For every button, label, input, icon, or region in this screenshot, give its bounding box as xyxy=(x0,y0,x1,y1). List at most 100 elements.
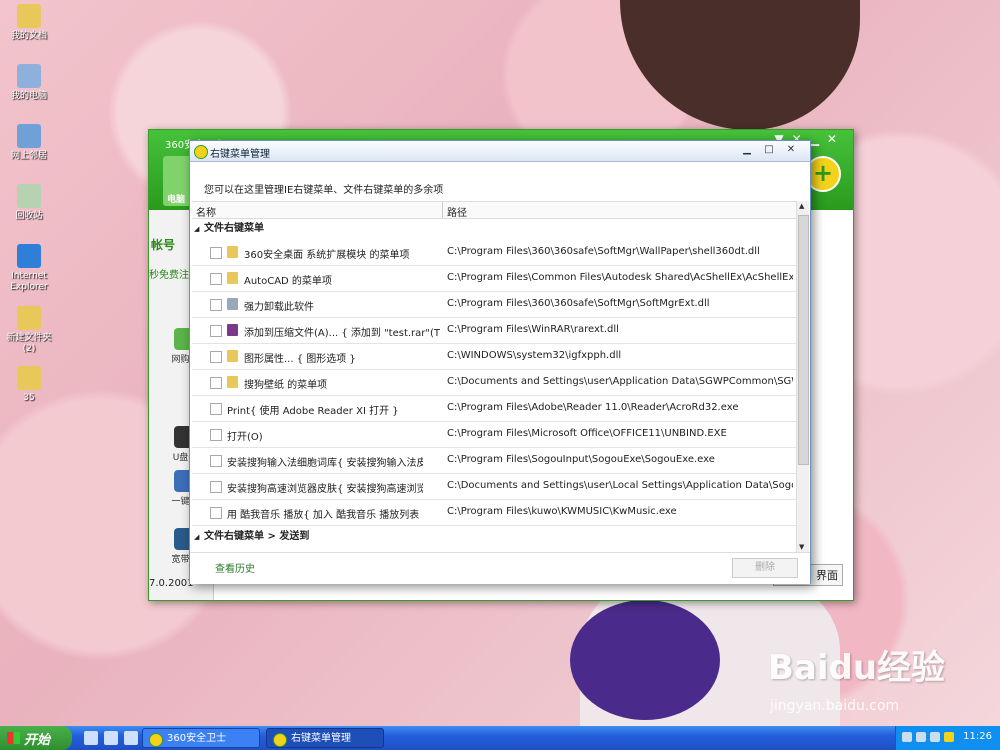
context-menu-manager-dialog: 右键菜单管理 ▁ □ ✕ 您可以在这里管理IE右键菜单、文件右键菜单的多余项 名… xyxy=(189,140,811,584)
desktop-icon-label: 回收站 xyxy=(15,211,43,221)
scroll-up-icon[interactable]: ▲ xyxy=(799,202,804,210)
scroll-thumb[interactable] xyxy=(798,215,809,465)
table-row[interactable]: AutoCAD 的菜单项 C:\Program Files\Common File… xyxy=(192,266,796,292)
row-checkbox[interactable] xyxy=(210,455,222,467)
maximize-icon[interactable]: □ xyxy=(758,143,780,157)
row-checkbox[interactable] xyxy=(210,507,222,519)
table-row[interactable]: 安装搜狗输入法细胞词库{ 安装搜狗输入法皮肤· 安 C:\Program File… xyxy=(192,448,796,474)
tray-360-icon[interactable] xyxy=(944,732,954,742)
pc-tab-label: 电脑 xyxy=(167,195,186,205)
wallpaper-purple-object xyxy=(570,600,720,720)
row-checkbox[interactable] xyxy=(210,273,222,285)
row-checkbox[interactable] xyxy=(210,377,222,389)
account-label[interactable]: 帐号 xyxy=(151,236,175,253)
row-path: C:\Documents and Settings\user\Local Set… xyxy=(447,480,793,491)
desktop-icon[interactable]: 网上邻居 xyxy=(4,124,54,162)
ie-quicklaunch-icon[interactable] xyxy=(84,731,98,745)
file-icon xyxy=(227,246,238,258)
tray-icon[interactable] xyxy=(930,732,940,742)
row-path: C:\Program Files\WinRAR\rarext.dll xyxy=(447,324,619,335)
table-row[interactable]: 强力卸载此软件 C:\Program Files\360\360safe\Soft… xyxy=(192,292,796,318)
file-icon xyxy=(227,272,238,284)
collapse-arrow-icon[interactable]: ◢ xyxy=(194,218,199,240)
delete-button[interactable]: 删除 xyxy=(732,558,798,578)
desktop-icon-image xyxy=(17,124,41,148)
row-checkbox[interactable] xyxy=(210,429,222,441)
desktop-icon-image xyxy=(17,4,41,28)
row-path: C:\Program Files\SogouInput\SogouExe\Sog… xyxy=(447,454,715,465)
vertical-scrollbar[interactable]: ▲ ▼ xyxy=(796,201,809,552)
table-row[interactable]: 打开(O) C:\Program Files\Microsoft Office\O… xyxy=(192,422,796,448)
quick-launch xyxy=(84,731,138,745)
row-name: 安装搜狗输入法细胞词库{ 安装搜狗输入法皮肤· 安 xyxy=(227,458,423,469)
table-row[interactable]: 360安全桌面 系统扩展模块 的菜单项 C:\Program Files\360\… xyxy=(192,240,796,266)
app-360-icon xyxy=(149,733,163,747)
row-path: C:\Program Files\Microsoft Office\OFFICE… xyxy=(447,428,727,439)
tray-icon[interactable] xyxy=(916,732,926,742)
row-path: C:\Program Files\kuwo\KWMUSIC\KwMusic.ex… xyxy=(447,506,677,517)
row-name: 搜狗壁纸 的菜单项 xyxy=(244,380,328,391)
start-label: 开始 xyxy=(24,733,51,748)
taskbar-button-label: 右键菜单管理 xyxy=(291,733,351,744)
dialog-titlebar: 右键菜单管理 ▁ □ ✕ xyxy=(190,141,810,162)
row-name: AutoCAD 的菜单项 xyxy=(244,276,332,287)
desktop-quicklaunch-icon[interactable] xyxy=(104,731,118,745)
desktop-icon[interactable]: 我的文档 xyxy=(4,4,54,42)
windows-flag-icon xyxy=(7,732,20,744)
clock: 11:26 xyxy=(963,731,992,742)
column-header-path[interactable]: 路径 xyxy=(447,204,467,219)
row-checkbox[interactable] xyxy=(210,299,222,311)
baidu-watermark-url: jingyan.baidu.com xyxy=(770,698,900,714)
taskbar-button-360[interactable]: 360安全卫士 xyxy=(142,728,260,748)
row-checkbox[interactable] xyxy=(210,247,222,259)
desktop-icon-image xyxy=(17,64,41,88)
group-header[interactable]: ◢ 文件右键菜单 xyxy=(192,218,796,240)
row-path: C:\Program Files\Common Files\Autodesk S… xyxy=(447,272,793,283)
wallpaper-hair xyxy=(620,0,860,130)
row-name: 用 酷我音乐 播放{ 加入 酷我音乐 播放列表 } xyxy=(227,510,423,521)
minimize-icon[interactable]: ▁ xyxy=(736,143,758,157)
taskbar: 开始 360安全卫士 右键菜单管理 11:26 xyxy=(0,726,1000,750)
row-name: 打开(O) xyxy=(227,432,263,443)
desktop-icon[interactable]: 35 xyxy=(4,366,54,404)
collapse-arrow-icon[interactable]: ◢ xyxy=(194,526,199,548)
taskbar-button-label: 360安全卫士 xyxy=(167,733,227,744)
app-360-icon xyxy=(273,733,287,747)
dialog-description: 您可以在这里管理IE右键菜单、文件右键菜单的多余项 xyxy=(204,185,444,196)
group-label: 文件右键菜单 > 发送到 xyxy=(204,531,310,542)
desktop-icon[interactable]: Internet Explorer xyxy=(4,244,54,293)
group-header[interactable]: ◢ 文件右键菜单 > 发送到 xyxy=(192,526,796,548)
table-row[interactable]: 搜狗壁纸 的菜单项 C:\Documents and Settings\user\… xyxy=(192,370,796,396)
row-checkbox[interactable] xyxy=(210,481,222,493)
desktop-icon[interactable]: 新建文件夹 (2) xyxy=(4,306,54,355)
row-path: C:\Program Files\360\360safe\SoftMgr\Sof… xyxy=(447,298,710,309)
file-icon xyxy=(227,324,238,336)
row-checkbox[interactable] xyxy=(210,325,222,337)
row-checkbox[interactable] xyxy=(210,351,222,363)
close-icon[interactable]: ✕ xyxy=(780,143,802,157)
row-path: C:\Documents and Settings\user\Applicati… xyxy=(447,376,793,387)
row-name: 强力卸载此软件 xyxy=(244,302,314,313)
desktop-icon[interactable]: 我的电脑 xyxy=(4,64,54,102)
tray-icon[interactable] xyxy=(902,732,912,742)
media-quicklaunch-icon[interactable] xyxy=(124,731,138,745)
version-label: 7.0.2001 xyxy=(149,578,194,589)
desktop-icon-label: 新建文件夹 (2) xyxy=(6,333,52,354)
column-header-name[interactable]: 名称 xyxy=(196,204,216,219)
taskbar-button-menu-manager[interactable]: 右键菜单管理 xyxy=(266,728,384,748)
scroll-down-icon[interactable]: ▼ xyxy=(799,543,804,551)
desktop-icon-image xyxy=(17,366,41,390)
row-name: 添加到压缩文件(A)... { 添加到 "test.rar"(T xyxy=(244,328,440,339)
baidu-watermark: Baidu经验 xyxy=(768,648,946,688)
row-checkbox[interactable] xyxy=(210,403,222,415)
table-row[interactable]: 用 酷我音乐 播放{ 加入 酷我音乐 播放列表 } C:\Program File… xyxy=(192,500,796,526)
desktop-icon[interactable]: 回收站 xyxy=(4,184,54,222)
start-button[interactable]: 开始 xyxy=(0,726,72,750)
column-divider[interactable] xyxy=(442,202,443,218)
table-row[interactable]: 安装搜狗高速浏览器皮肤{ 安装搜狗高速浏览器主 C:\Documents and … xyxy=(192,474,796,500)
table-row[interactable]: 添加到压缩文件(A)... { 添加到 "test.rar"(T C:\Progr… xyxy=(192,318,796,344)
table-row[interactable]: Print{ 使用 Adobe Reader XI 打开 } C:\Program… xyxy=(192,396,796,422)
view-history-link[interactable]: 查看历史 xyxy=(215,560,255,575)
file-icon xyxy=(227,350,238,362)
table-row[interactable]: 图形属性... { 图形选项 } C:\WINDOWS\system32\igfx… xyxy=(192,344,796,370)
